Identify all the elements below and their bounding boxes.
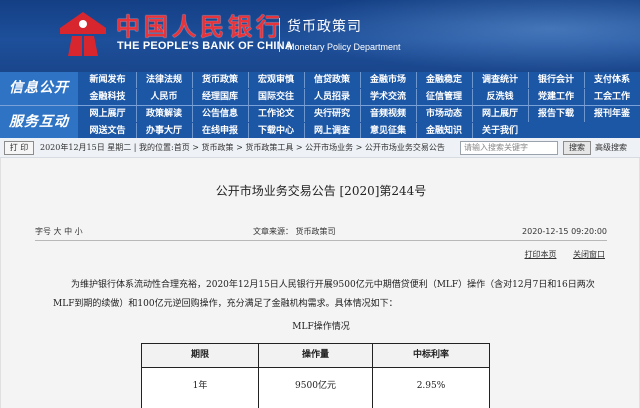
nav-item[interactable]: 人民币 [136, 89, 191, 105]
close-window-link[interactable]: 关闭窗口 [573, 250, 605, 259]
nav-item[interactable]: 网送文告 [80, 123, 135, 139]
mlf-table: 期限 操作量 中标利率 1年 9500亿元 2.95% [141, 343, 490, 408]
nav-item[interactable]: 金融科技 [80, 89, 135, 105]
nav-item[interactable]: 征信管理 [416, 89, 471, 105]
nav-item[interactable]: 音频视频 [360, 106, 415, 122]
nav-item[interactable]: 金融市场 [360, 72, 415, 88]
page-title: 公开市场业务交易公告 [2020]第244号 [215, 184, 427, 198]
table-header-cell: 操作量 [259, 344, 373, 368]
article-meta: 字号 大 中 小 文章来源： 货币政策司 2020-12-15 09:20:00 [35, 226, 607, 238]
article-source: 文章来源： 货币政策司 [253, 227, 336, 236]
nav-item[interactable]: 法律法规 [136, 72, 191, 88]
nav-item[interactable]: 关于我们 [472, 123, 527, 139]
nav-item[interactable]: 人员招录 [304, 89, 359, 105]
main-nav: 信息公开 新闻发布 法律法规 货币政策 宏观审慎 信贷政策 金融市场 金融稳定 调查统计 银行会… [0, 72, 640, 139]
nav-item[interactable]: 学术交流 [360, 89, 415, 105]
nav-item[interactable]: 意见征集 [360, 123, 415, 139]
nav-grid: 新闻发布 法律法规 货币政策 宏观审慎 信贷政策 金融市场 金融稳定 调查统计 银行会计 支付体系… [80, 72, 640, 105]
breadcrumb: 2020年12月15日 星期二 | 我的位置:首页 > 货币政策 > 货币政策工… [40, 143, 445, 152]
pboc-logo-icon [60, 12, 106, 56]
search-button[interactable]: 搜索 [563, 141, 591, 155]
table-header-row: 期限 操作量 中标利率 [142, 344, 489, 368]
article-date: 2020-12-15 09:20:00 [522, 227, 607, 236]
department-name-cn: 货币政策司 [287, 19, 362, 35]
article-paragraph: 为维护银行体系流动性合理充裕，2020年12月15日人民银行开展9500亿元中期… [53, 280, 595, 309]
nav-item[interactable]: 报刊年鉴 [584, 106, 639, 122]
bank-name-en: THE PEOPLE'S BANK OF CHINA [117, 40, 293, 52]
nav-item[interactable]: 党建工作 [528, 89, 583, 105]
header-divider [279, 18, 280, 52]
table-cell: 1年 [142, 368, 259, 408]
advanced-search-link[interactable]: 高级搜索 [595, 142, 627, 154]
breadcrumb-bar: 打 印 2020年12月15日 星期二 | 我的位置:首页 > 货币政策 > 货… [0, 138, 640, 158]
print-page-link[interactable]: 打印本页 [524, 250, 556, 259]
nav-item[interactable]: 网上调查 [304, 123, 359, 139]
nav-item[interactable]: 工会工作 [584, 89, 639, 105]
nav-item[interactable]: 调查统计 [472, 72, 527, 88]
table-cell: 9500亿元 [259, 368, 373, 408]
department-name-en: Monetary Policy Department [287, 42, 401, 52]
nav-item[interactable]: 支付体系 [584, 72, 639, 88]
divider [35, 240, 607, 241]
nav-item[interactable]: 央行研究 [304, 106, 359, 122]
nav-item[interactable]: 市场动态 [416, 106, 471, 122]
nav-item[interactable]: 政策解读 [136, 106, 191, 122]
font-size-selector[interactable]: 字号 大 中 小 [35, 226, 83, 238]
nav-item[interactable]: 新闻发布 [80, 72, 135, 88]
nav-grid: 网上展厅 政策解读 公告信息 工作论文 央行研究 音频视频 市场动态 网上展厅 报告下载 报刊年鉴… [80, 106, 640, 139]
table-title: MLF操作情况 [292, 322, 350, 332]
nav-section-title: 信息公开 [0, 72, 78, 105]
print-button[interactable]: 打 印 [4, 141, 34, 155]
nav-item[interactable]: 金融稳定 [416, 72, 471, 88]
article-actions: 打印本页 关闭窗口 [510, 250, 605, 260]
table-row: 1年 9500亿元 2.95% [142, 368, 489, 408]
nav-item[interactable]: 国际交往 [248, 89, 303, 105]
nav-item[interactable]: 公告信息 [192, 106, 247, 122]
header-glow [280, 0, 640, 72]
nav-section-info: 信息公开 新闻发布 法律法规 货币政策 宏观审慎 信贷政策 金融市场 金融稳定 调查统计 银行会… [0, 72, 640, 105]
nav-item[interactable]: 网上展厅 [472, 106, 527, 122]
nav-section-service: 服务互动 网上展厅 政策解读 公告信息 工作论文 央行研究 音频视频 市场动态 网上展厅 报告下… [0, 105, 640, 139]
table-header-cell: 中标利率 [412, 350, 449, 360]
nav-item[interactable]: 报告下载 [528, 106, 583, 122]
table-header-cell: 期限 [142, 344, 259, 368]
nav-item[interactable]: 金融知识 [416, 123, 471, 139]
nav-item[interactable]: 经理国库 [192, 89, 247, 105]
nav-item[interactable]: 在线申报 [192, 123, 247, 139]
page-root: 中国人民银行 THE PEOPLE'S BANK OF CHINA 货币政策司 … [0, 0, 640, 408]
nav-item[interactable]: 银行会计 [528, 72, 583, 88]
nav-section-title: 服务互动 [0, 106, 78, 139]
nav-item[interactable]: 下载中心 [248, 123, 303, 139]
bank-name-cn: 中国人民银行 [116, 12, 284, 41]
nav-item[interactable]: 反洗钱 [472, 89, 527, 105]
site-header: 中国人民银行 THE PEOPLE'S BANK OF CHINA 货币政策司 … [0, 0, 640, 72]
table-cell: 2.95% [416, 381, 446, 391]
nav-item[interactable]: 办事大厅 [136, 123, 191, 139]
article-area: 公开市场业务交易公告 [2020]第244号 字号 大 中 小 文章来源： 货币… [0, 158, 640, 408]
search-input[interactable]: 请输入搜索关键字 [460, 141, 558, 155]
nav-item[interactable]: 网上展厅 [80, 106, 135, 122]
nav-item[interactable]: 宏观审慎 [248, 72, 303, 88]
nav-item[interactable]: 工作论文 [248, 106, 303, 122]
nav-item[interactable]: 信贷政策 [304, 72, 359, 88]
nav-item[interactable]: 货币政策 [192, 72, 247, 88]
